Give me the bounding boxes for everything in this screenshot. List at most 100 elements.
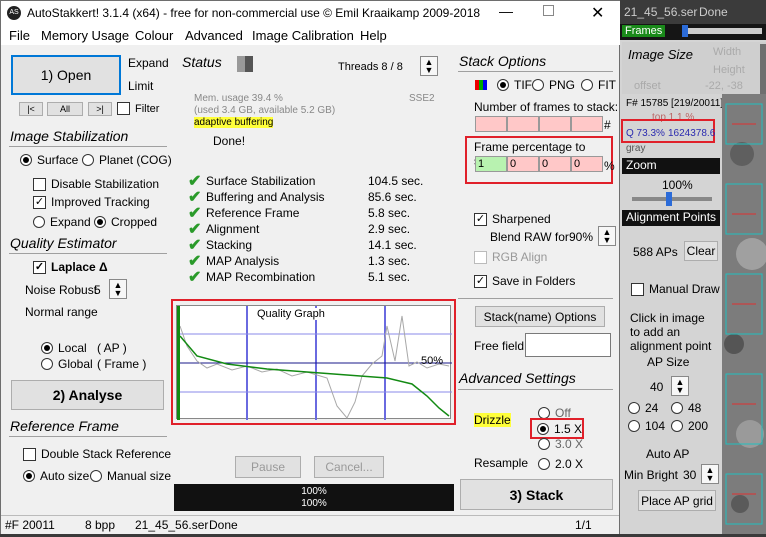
drizzle-30-radio[interactable] [538, 438, 550, 450]
analyse-button[interactable]: 2) Analyse [11, 380, 164, 410]
blend-raw-stepper[interactable]: ▲ ▼ [598, 226, 616, 246]
filter-checkbox[interactable] [117, 102, 130, 115]
sharpened-option[interactable]: ✓ Sharpened [474, 212, 551, 226]
percentage-field[interactable]: 0 [539, 156, 571, 172]
place-ap-grid-button[interactable]: Place AP grid [638, 490, 716, 511]
noise-robust-stepper[interactable]: ▲ ▼ [109, 279, 127, 299]
min-bright-stepper[interactable]: ▲ ▼ [701, 464, 719, 484]
local-radio[interactable] [41, 342, 53, 354]
frames-field[interactable] [507, 116, 539, 132]
threads-stepper[interactable]: ▲ ▼ [420, 56, 438, 76]
ap-200-radio[interactable] [671, 420, 683, 432]
all-frames-button[interactable]: All [47, 102, 83, 116]
planet-option[interactable]: Planet (COG) [82, 153, 172, 167]
manual-size-radio[interactable] [90, 470, 102, 482]
rgb-align-option[interactable]: RGB Align [474, 250, 547, 264]
local-option[interactable]: Local [41, 341, 87, 355]
free-field-input[interactable] [525, 333, 611, 357]
ap-size-104[interactable]: 104 [628, 419, 665, 433]
menu-file[interactable]: File [9, 28, 30, 43]
improved-tracking-checkbox[interactable]: ✓ [33, 195, 46, 209]
ap-size-stepper[interactable]: ▲ ▼ [671, 376, 689, 396]
expand-radio[interactable] [33, 216, 45, 228]
lunar-image[interactable] [722, 94, 766, 534]
close-icon[interactable]: ✕ [591, 3, 604, 23]
minimize-icon[interactable]: — [499, 3, 513, 19]
stack-button[interactable]: 3) Stack [460, 479, 613, 510]
fit-option[interactable]: FIT [581, 78, 616, 92]
open-button[interactable]: 1) Open [11, 55, 121, 95]
frames-slider[interactable] [682, 28, 762, 34]
menu-image-calibration[interactable]: Image Calibration [252, 28, 354, 43]
quality-graph[interactable] [176, 305, 452, 420]
cropped-option[interactable]: Cropped [94, 215, 157, 229]
manual-draw-checkbox[interactable] [631, 282, 644, 296]
menu-bar: File Memory Usage Colour Advanced Image … [1, 25, 621, 45]
laplace-checkbox[interactable]: ✓ [33, 260, 46, 274]
frames-field[interactable] [539, 116, 571, 132]
fit-radio[interactable] [581, 79, 593, 91]
manual-size-option[interactable]: Manual size [90, 469, 171, 483]
menu-help[interactable]: Help [360, 28, 387, 43]
global-radio[interactable] [41, 358, 53, 370]
laplace-option[interactable]: ✓ Laplace Δ [33, 260, 108, 274]
zoom-slider[interactable] [632, 197, 712, 201]
png-radio[interactable] [532, 79, 544, 91]
filter-option[interactable]: Filter [117, 102, 159, 115]
last-frame-button[interactable]: >| [88, 102, 112, 116]
resample-radio[interactable] [538, 458, 550, 470]
png-option[interactable]: PNG [532, 78, 575, 92]
expand-label[interactable]: Expand [128, 56, 169, 70]
first-frame-button[interactable]: |< [19, 102, 43, 116]
maximize-icon[interactable] [543, 5, 554, 16]
menu-advanced[interactable]: Advanced [185, 28, 243, 43]
frames-tab[interactable]: Frames [622, 25, 666, 37]
drizzle-15-option[interactable]: 1.5 X [537, 422, 582, 436]
frames-slider-thumb[interactable] [682, 25, 688, 37]
cropped-radio[interactable] [94, 216, 106, 228]
sharpened-checkbox[interactable]: ✓ [474, 212, 487, 226]
ap-size-24[interactable]: 24 [628, 401, 658, 415]
percentage-field[interactable]: 0 [571, 156, 603, 172]
percentage-field[interactable]: 0 [507, 156, 539, 172]
menu-memory-usage[interactable]: Memory Usage [41, 28, 129, 43]
percentage-field[interactable]: 1 [475, 156, 507, 172]
tif-option[interactable]: TIF [497, 78, 532, 92]
improved-tracking-option[interactable]: ✓ Improved Tracking [33, 195, 150, 209]
stackname-options-button[interactable]: Stack(name) Options [475, 306, 605, 327]
expand-option[interactable]: Expand [33, 215, 91, 229]
ap-104-radio[interactable] [628, 420, 640, 432]
menu-colour[interactable]: Colour [135, 28, 173, 43]
pause-button[interactable]: Pause [235, 456, 301, 478]
double-stack-checkbox[interactable] [23, 447, 36, 461]
planet-radio[interactable] [82, 154, 94, 166]
disable-stabilization-checkbox[interactable] [33, 177, 46, 191]
disable-stabilization-option[interactable]: Disable Stabilization [33, 177, 159, 191]
frames-field[interactable] [475, 116, 507, 132]
drizzle-30-option[interactable]: 3.0 X [538, 437, 583, 451]
drizzle-15-radio[interactable] [537, 423, 549, 435]
save-folders-option[interactable]: ✓ Save in Folders [474, 274, 575, 288]
double-stack-option[interactable]: Double Stack Reference [23, 447, 171, 461]
auto-size-option[interactable]: Auto size [23, 469, 89, 483]
status-grid-icon [237, 56, 253, 72]
surface-radio[interactable] [20, 154, 32, 166]
ap-size-48[interactable]: 48 [671, 401, 701, 415]
rgb-align-checkbox[interactable] [474, 250, 487, 264]
ap-48-radio[interactable] [671, 402, 683, 414]
resample-option[interactable]: 2.0 X [538, 457, 583, 471]
filter-label: Filter [135, 102, 160, 115]
save-folders-checkbox[interactable]: ✓ [474, 274, 487, 288]
ap-24-radio[interactable] [628, 402, 640, 414]
cancel-button[interactable]: Cancel... [314, 456, 384, 478]
frames-field[interactable] [571, 116, 603, 132]
auto-size-radio[interactable] [23, 470, 35, 482]
zoom-slider-thumb[interactable] [666, 192, 672, 206]
ap-size-200[interactable]: 200 [671, 419, 708, 433]
tif-radio[interactable] [497, 79, 509, 91]
limit-label[interactable]: Limit [128, 79, 153, 93]
surface-option[interactable]: Surface [20, 153, 78, 167]
manual-draw-option[interactable]: Manual Draw [631, 282, 720, 296]
global-option[interactable]: Global [41, 357, 93, 371]
clear-button[interactable]: Clear [684, 241, 718, 261]
